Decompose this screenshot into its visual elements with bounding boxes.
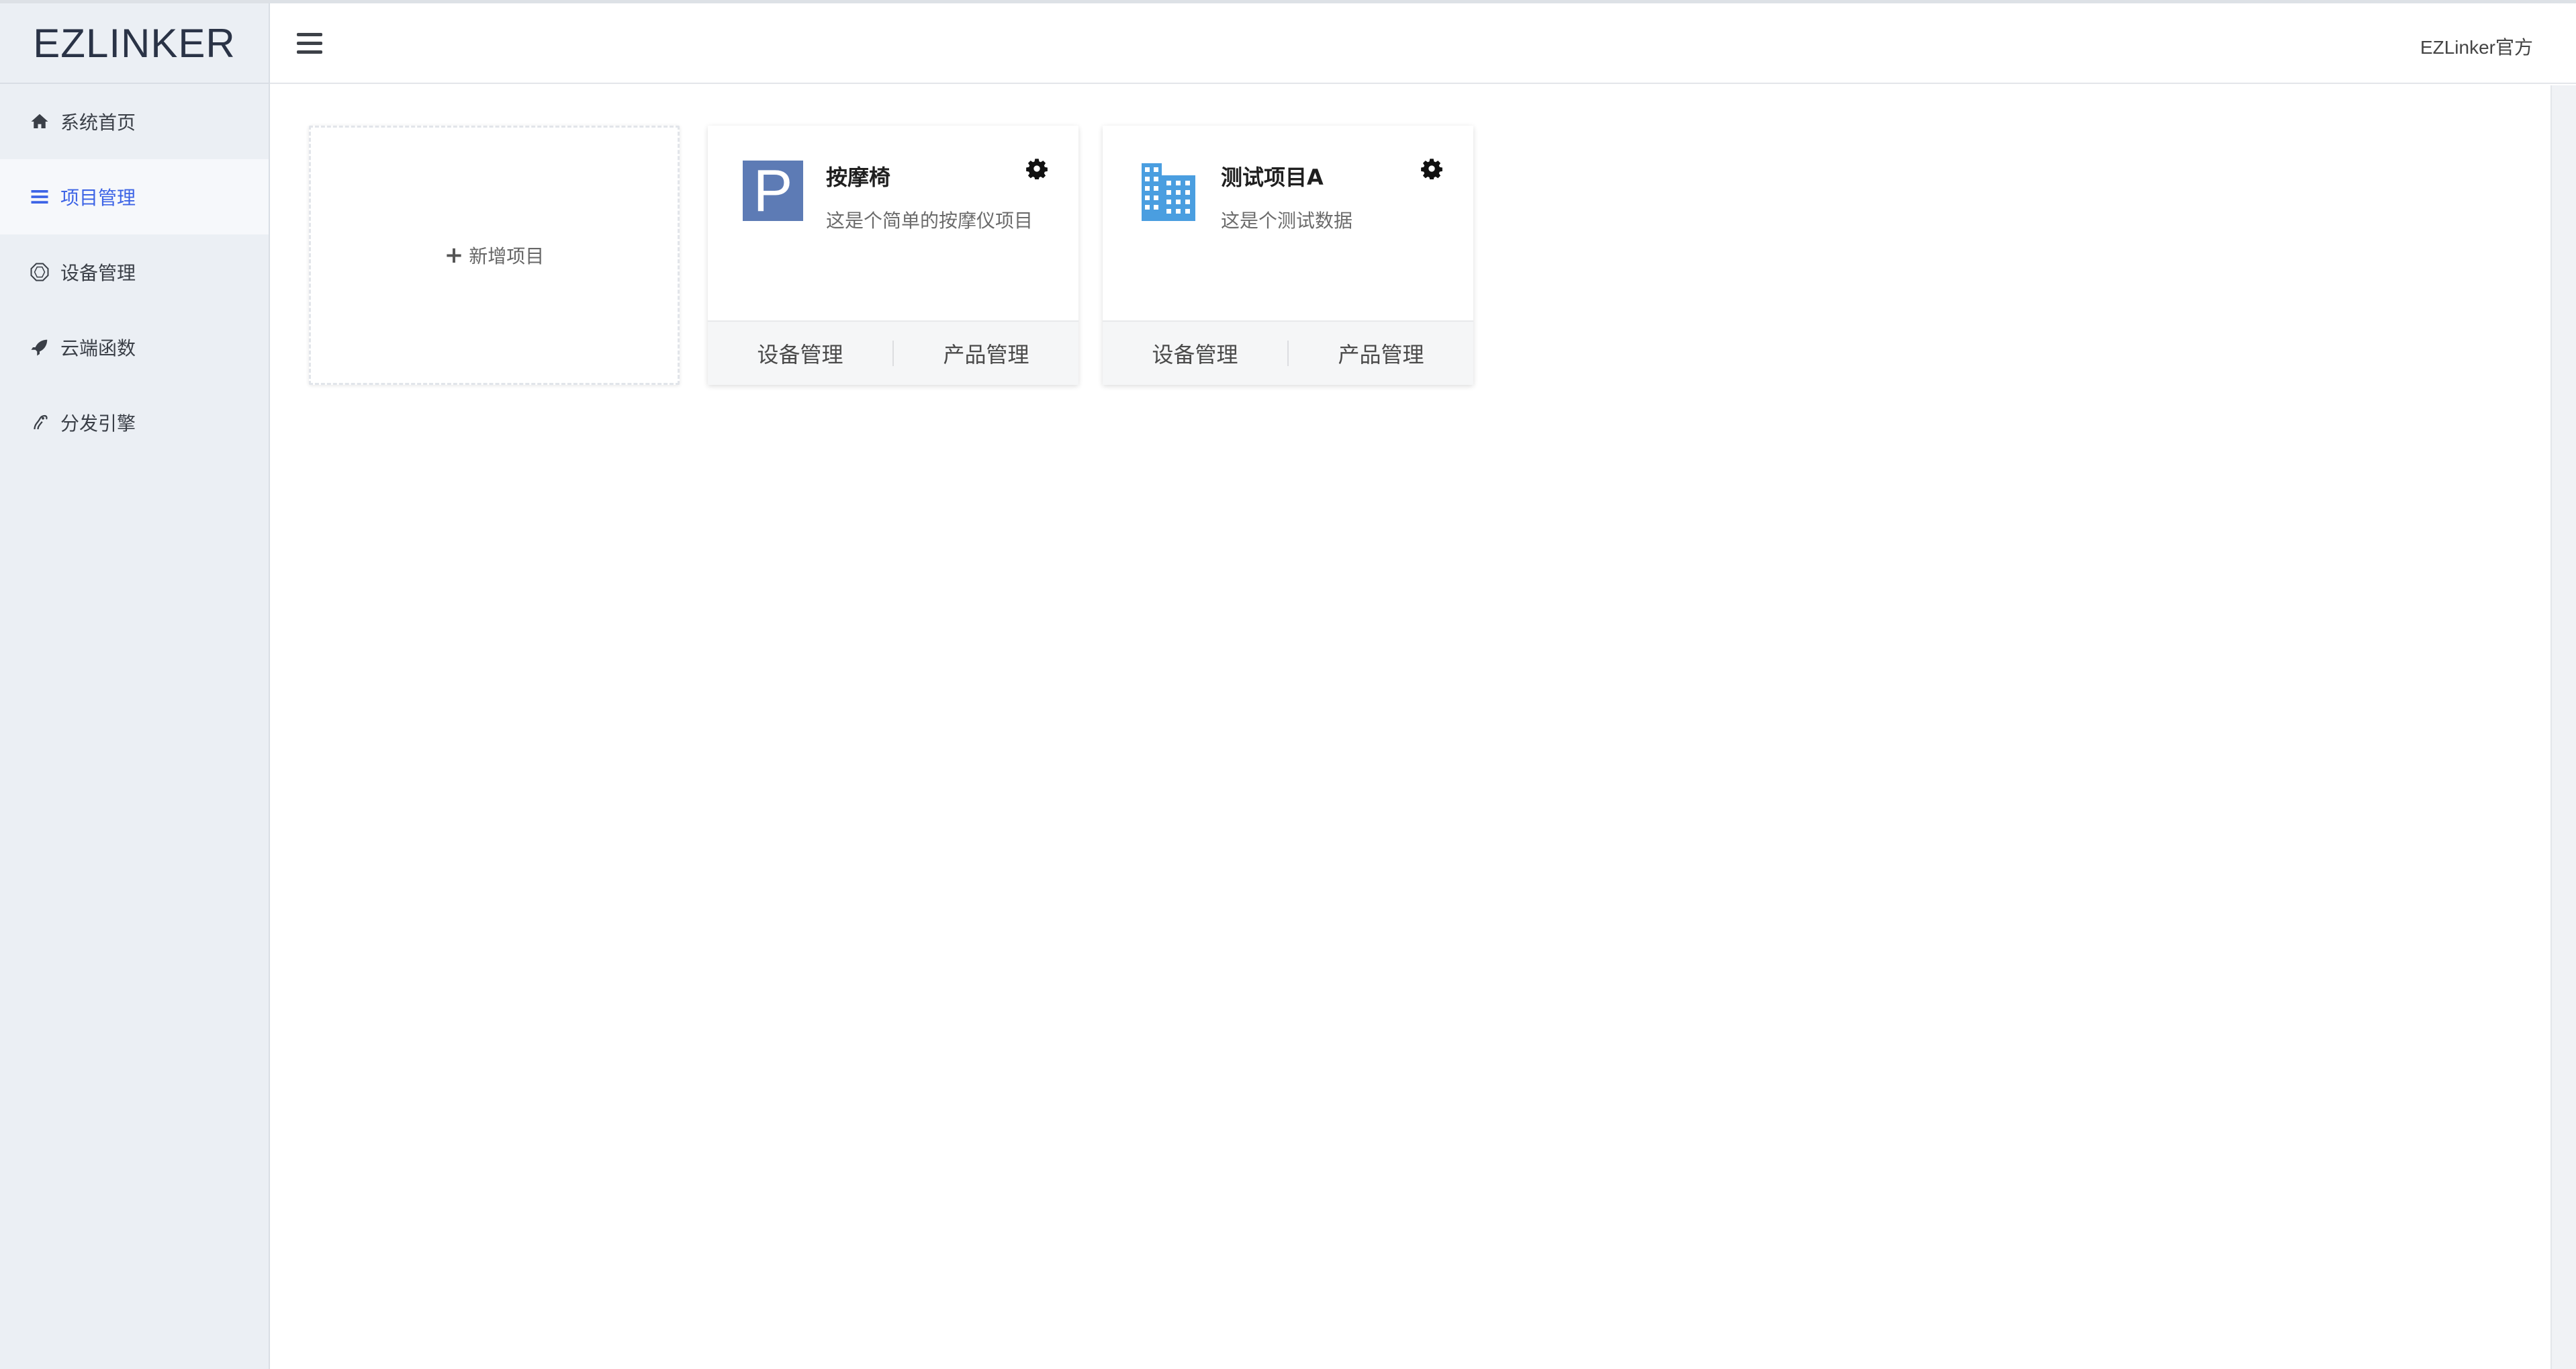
app-logo[interactable]: EZLINKER [0, 3, 269, 84]
product-management-button[interactable]: 产品管理 [894, 338, 1078, 369]
project-title: 按摩椅 [826, 165, 891, 190]
home-icon [28, 110, 51, 133]
device-icon [28, 261, 51, 283]
main-content: + 新增项目 P 按摩椅 这是个简单的按摩仪项目 设备管理 产品管理 测试项目A… [271, 85, 2550, 1369]
device-management-button[interactable]: 设备管理 [708, 338, 892, 369]
project-card: 测试项目A 这是个测试数据 设备管理 产品管理 [1103, 126, 1473, 385]
sidebar-item-projects[interactable]: 项目管理 [0, 159, 269, 234]
vertical-scrollbar[interactable] [2550, 85, 2576, 1369]
project-card: P 按摩椅 这是个简单的按摩仪项目 设备管理 产品管理 [708, 126, 1078, 385]
device-management-button[interactable]: 设备管理 [1103, 338, 1287, 369]
user-menu[interactable]: EZLinker官方 [2420, 33, 2533, 60]
project-description: 这是个简单的按摩仪项目 [826, 210, 1033, 232]
card-footer: 设备管理 产品管理 [708, 320, 1078, 385]
plus-icon: + [444, 242, 464, 269]
sidebar-item-label: 系统首页 [60, 112, 136, 134]
gear-icon[interactable] [1421, 158, 1442, 181]
gear-icon[interactable] [1026, 158, 1048, 181]
engine-icon [28, 411, 51, 434]
sidebar-item-label: 设备管理 [60, 262, 136, 284]
sidebar-item-cloud-functions[interactable]: 云端函数 [0, 310, 269, 385]
rocket-icon [28, 336, 51, 359]
sidebar: EZLINKER 系统首页 项目管理 设备管理 云端函数 分发引擎 [0, 3, 270, 1369]
sidebar-item-label: 项目管理 [60, 187, 136, 209]
project-logo: P [743, 161, 803, 221]
add-project-card[interactable]: + 新增项目 [309, 126, 680, 385]
project-title: 测试项目A [1221, 165, 1324, 190]
sidebar-item-devices[interactable]: 设备管理 [0, 234, 269, 310]
product-management-button[interactable]: 产品管理 [1289, 338, 1473, 369]
list-icon [28, 185, 51, 208]
sidebar-item-home[interactable]: 系统首页 [0, 84, 269, 159]
sidebar-item-dispatch-engine[interactable]: 分发引擎 [0, 385, 269, 460]
sidebar-item-label: 云端函数 [60, 337, 136, 359]
top-header: EZLinker官方 [270, 3, 2576, 84]
building-icon [1138, 161, 1198, 221]
project-description: 这是个测试数据 [1221, 210, 1353, 232]
menu-toggle-icon[interactable] [297, 33, 322, 54]
card-footer: 设备管理 产品管理 [1103, 320, 1473, 385]
sidebar-item-label: 分发引擎 [60, 412, 136, 435]
add-project-label: 新增项目 [469, 245, 545, 267]
